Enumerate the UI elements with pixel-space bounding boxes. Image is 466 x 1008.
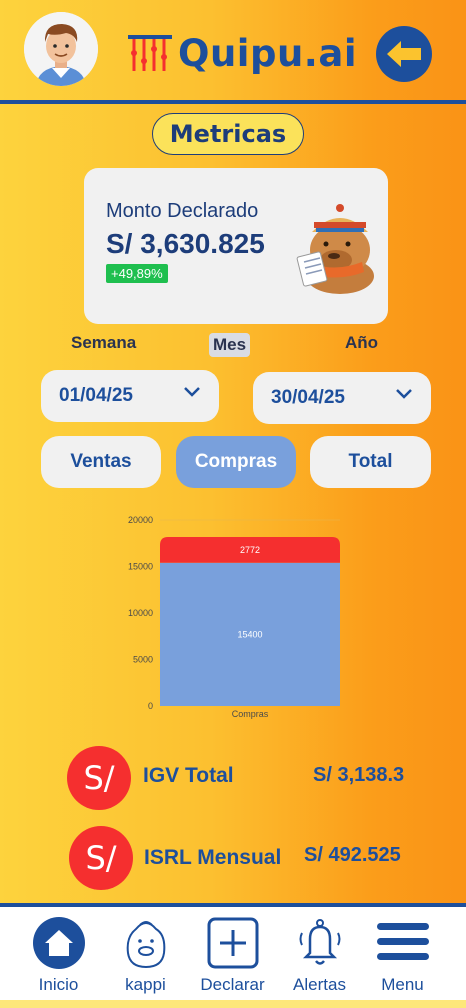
back-button[interactable] — [376, 26, 432, 82]
user-avatar-icon — [24, 12, 98, 86]
tax-value-igv: S/ 3,138.3 — [313, 764, 405, 786]
tax-label-igv: IGV Total — [143, 764, 234, 787]
period-year[interactable]: Año — [345, 333, 378, 353]
x-tick-label: Compras — [232, 709, 269, 719]
nav-declarar[interactable]: Declarar — [186, 907, 279, 1007]
currency-icon: S/ — [69, 826, 133, 890]
tax-label-isrl: ISRL Mensual — [144, 846, 282, 869]
summary-label: Monto Declarado — [106, 200, 259, 222]
arrow-left-icon — [387, 41, 421, 67]
capybara-mascot-icon — [296, 204, 374, 294]
logo-text: Quipu.ai — [178, 31, 358, 75]
nav-label: Menu — [381, 975, 424, 994]
purchases-chart: 0 5000 10000 15000 20000 15400 2772 Compras — [128, 515, 340, 719]
y-tick-label: 20000 — [128, 515, 153, 525]
y-tick-label: 15000 — [128, 562, 153, 572]
home-icon — [32, 917, 85, 969]
bottom-strip — [0, 1000, 466, 1008]
avatar[interactable] — [24, 12, 98, 86]
end-date-select[interactable]: 30/04/25 — [253, 372, 431, 424]
top-bar: Quipu.ai — [0, 0, 466, 104]
start-date-select[interactable]: 01/04/25 — [41, 370, 219, 422]
change-badge: +49,89% — [106, 264, 168, 283]
y-tick-label: 0 — [148, 701, 153, 711]
bottom-nav: Inicio kappi Declarar Alertas Menu — [0, 903, 466, 1008]
tab-total[interactable]: Total — [310, 436, 431, 488]
nav-label: Declarar — [200, 975, 265, 994]
app-logo: Quipu.ai — [128, 30, 357, 76]
tab-compras[interactable]: Compras — [176, 436, 296, 488]
nav-label: kappi — [125, 975, 166, 994]
header-divider — [0, 100, 466, 104]
quipu-logo-icon — [128, 35, 172, 71]
tab-ventas[interactable]: Ventas — [41, 436, 161, 488]
nav-menu[interactable]: Menu — [356, 907, 449, 1007]
nav-alertas[interactable]: Alertas — [273, 907, 366, 1007]
bar-value-label: 2772 — [240, 545, 260, 555]
tax-value-isrl: S/ 492.525 — [304, 844, 401, 866]
hamburger-menu-icon — [376, 923, 429, 960]
y-tick-label: 5000 — [133, 655, 153, 665]
plus-square-icon — [207, 917, 258, 969]
period-week[interactable]: Semana — [71, 333, 136, 353]
summary-card: Monto Declarado S/ 3,630.825 +49,89% — [84, 168, 388, 324]
chevron-down-icon — [396, 389, 412, 399]
y-tick-label: 10000 — [128, 608, 153, 618]
bar-value-label: 15400 — [237, 629, 262, 639]
tax-row-isrl: S/ ISRL Mensual S/ 492.525 — [0, 822, 466, 892]
period-month[interactable]: Mes — [209, 333, 251, 357]
start-date-value: 01/04/25 — [59, 385, 133, 406]
tax-row-igv: S/ IGV Total S/ 3,138.3 — [0, 742, 466, 812]
currency-icon: S/ — [67, 746, 131, 810]
chevron-down-icon — [184, 387, 200, 397]
bell-icon — [299, 919, 340, 965]
summary-amount: S/ 3,630.825 — [106, 228, 265, 259]
capybara-icon — [126, 921, 165, 969]
nav-label: Inicio — [38, 975, 79, 994]
nav-kappi[interactable]: kappi — [99, 907, 192, 1007]
nav-label: Alertas — [293, 975, 346, 994]
page-title: Metricas — [152, 113, 304, 155]
nav-inicio[interactable]: Inicio — [12, 907, 105, 1007]
end-date-value: 30/04/25 — [271, 387, 345, 408]
